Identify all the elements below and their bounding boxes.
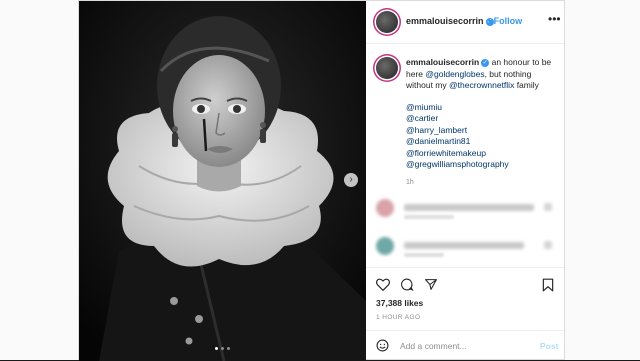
- mention-link[interactable]: @thecrownnetflix: [449, 80, 514, 90]
- avatar[interactable]: [376, 11, 398, 33]
- tag-link[interactable]: @harry_lambert: [406, 125, 556, 137]
- bookmark-icon[interactable]: [542, 278, 554, 292]
- comment-input[interactable]: Add a comment...: [400, 341, 467, 351]
- post-sidebar: emmalouisecorrin ✓ • Follow ••• emmalouis…: [366, 1, 564, 359]
- post-photo[interactable]: ›: [79, 1, 366, 361]
- post-header: emmalouisecorrin ✓ • Follow •••: [366, 1, 564, 44]
- post-timestamp[interactable]: 1 HOUR AGO: [376, 314, 420, 321]
- caption-time: 1h: [406, 179, 414, 187]
- heart-icon[interactable]: [544, 203, 552, 211]
- caption-username[interactable]: emmalouisecorrin: [406, 57, 479, 67]
- tag-link[interactable]: @florriewhitemakeup: [406, 148, 556, 160]
- follow-button[interactable]: • Follow: [488, 16, 522, 26]
- blurred-comment: [376, 197, 556, 219]
- tag-link[interactable]: @gregwilliamsphotography: [406, 159, 556, 171]
- emoji-icon[interactable]: [376, 339, 389, 352]
- post-comment-button[interactable]: Post: [540, 341, 558, 351]
- heart-icon[interactable]: [544, 241, 552, 249]
- chevron-right-icon[interactable]: ›: [344, 173, 358, 187]
- caption-text-3: family: [514, 80, 539, 90]
- blurred-text: [404, 242, 524, 249]
- more-icon[interactable]: •••: [548, 12, 561, 26]
- avatar: [376, 199, 394, 217]
- share-icon[interactable]: [424, 278, 438, 291]
- username-link[interactable]: emmalouisecorrin ✓: [406, 16, 494, 26]
- likes-count[interactable]: 37,388 likes: [376, 298, 423, 308]
- post-dialog: › emmalouisecorrin ✓ • Follow ••• emmalou…: [78, 0, 565, 361]
- tag-list: @miumiu @cartier @harry_lambert @danielm…: [406, 102, 556, 172]
- follow-label: Follow: [493, 16, 523, 26]
- tag-link[interactable]: @danielmartin81: [406, 136, 556, 148]
- blurred-text: [404, 204, 534, 211]
- carousel-indicator: [215, 347, 230, 350]
- blurred-text: [404, 215, 454, 219]
- heart-icon[interactable]: [376, 278, 390, 291]
- mention-link[interactable]: @goldenglobes: [425, 69, 484, 79]
- caption-block: emmalouisecorrin ✓ an honour to be here @…: [376, 57, 556, 186]
- tag-link[interactable]: @miumiu: [406, 102, 556, 114]
- action-icons: [376, 278, 438, 291]
- carousel-dot: [221, 347, 224, 350]
- avatar: [376, 237, 394, 255]
- carousel-dot: [227, 347, 230, 350]
- comment-form: Add a comment... Post: [366, 330, 564, 361]
- caption-text: emmalouisecorrin ✓ an honour to be here @…: [406, 57, 556, 92]
- portrait-image: [79, 1, 366, 361]
- post-actions: 37,388 likes 1 HOUR AGO Add a comment...…: [366, 267, 564, 360]
- blurred-text: [404, 253, 444, 257]
- comment-icon[interactable]: [400, 278, 414, 291]
- avatar[interactable]: [376, 57, 398, 79]
- username-text: emmalouisecorrin: [406, 16, 484, 26]
- blurred-comment: [376, 235, 556, 257]
- tag-link[interactable]: @cartier: [406, 113, 556, 125]
- carousel-dot: [215, 347, 218, 350]
